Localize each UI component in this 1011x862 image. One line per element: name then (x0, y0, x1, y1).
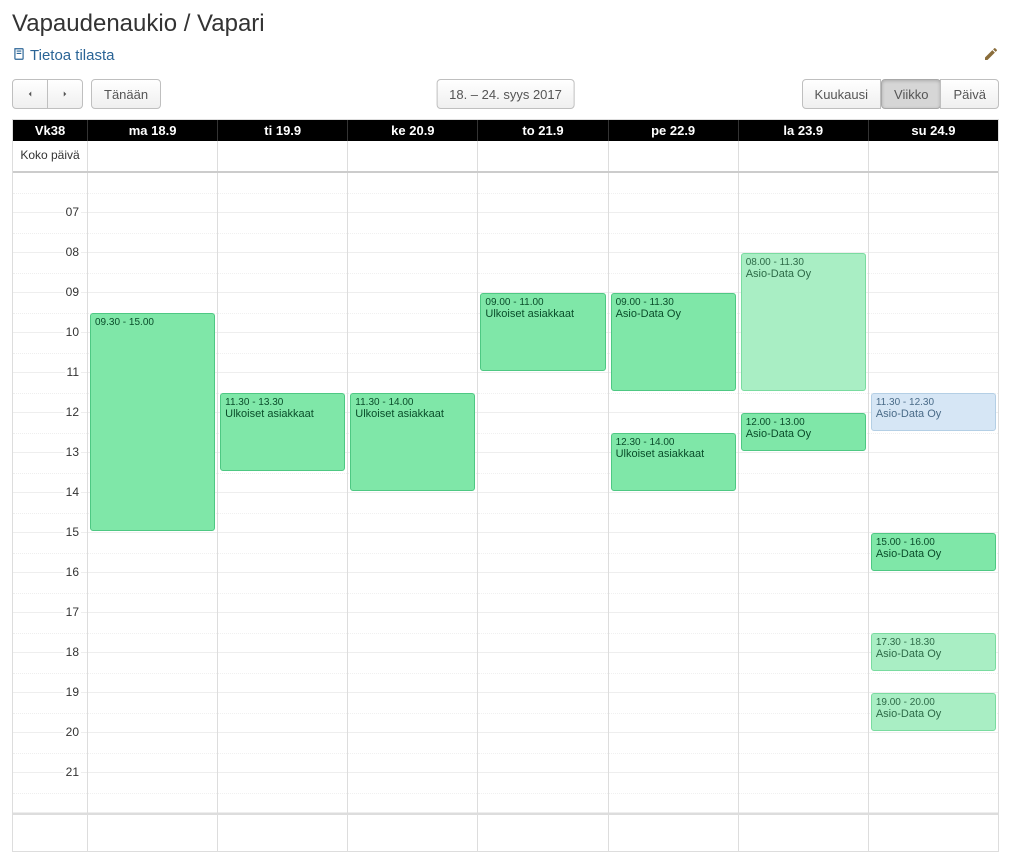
hour-label: 19 (64, 685, 81, 699)
event-time: 08.00 - 11.30 (746, 257, 861, 268)
day-header[interactable]: pe 22.9 (609, 120, 739, 141)
hour-label: 13 (64, 445, 81, 459)
day-header[interactable]: ma 18.9 (88, 120, 218, 141)
prev-button[interactable] (12, 79, 48, 109)
allday-cell[interactable] (348, 141, 478, 171)
event-title: Ulkoiset asiakkaat (225, 408, 340, 421)
event-time: 12.30 - 14.00 (616, 437, 731, 448)
allday-row: Koko päivä (13, 141, 998, 173)
calendar-event[interactable]: 15.00 - 16.00Asio-Data Oy (871, 533, 996, 571)
day-column[interactable]: 09.00 - 11.30Asio-Data Oy 12.30 - 14.00Ul… (609, 173, 739, 813)
hour-label: 11 (65, 365, 81, 379)
day-header[interactable]: su 24.9 (869, 120, 998, 141)
calendar-event[interactable]: 09.30 - 15.00 (90, 313, 215, 531)
calendar: Vk38 ma 18.9 ti 19.9 ke 20.9 to 21.9 pe … (12, 119, 999, 852)
hour-label: 17 (64, 605, 81, 619)
event-time: 09.30 - 15.00 (95, 317, 210, 328)
event-title: Ulkoiset asiakkaat (485, 308, 600, 321)
calendar-header: Vk38 ma 18.9 ti 19.9 ke 20.9 to 21.9 pe … (13, 120, 998, 141)
page-title: Vapaudenaukio / Vapari (12, 10, 999, 38)
view-day-button[interactable]: Päivä (940, 79, 999, 109)
calendar-event[interactable]: 12.00 - 13.00Asio-Data Oy (741, 413, 866, 451)
allday-cell[interactable] (869, 141, 998, 171)
event-time: 19.00 - 20.00 (876, 697, 991, 708)
calendar-footer (13, 813, 998, 851)
hour-label: 18 (64, 645, 81, 659)
day-header[interactable]: la 23.9 (739, 120, 869, 141)
day-column[interactable]: 11.30 - 13.30Ulkoiset asiakkaat (218, 173, 348, 813)
today-button[interactable]: Tänään (91, 79, 161, 109)
hour-label: 07 (64, 205, 81, 219)
allday-cell[interactable] (88, 141, 218, 171)
next-button[interactable] (47, 79, 83, 109)
event-title: Ulkoiset asiakkaat (355, 408, 470, 421)
edit-icon[interactable] (983, 46, 999, 65)
hour-label: 20 (64, 725, 81, 739)
event-time: 17.30 - 18.30 (876, 637, 991, 648)
day-column[interactable]: 11.30 - 14.00Ulkoiset asiakkaat (348, 173, 478, 813)
event-title: Asio-Data Oy (876, 548, 991, 561)
hour-label: 14 (64, 485, 81, 499)
event-time: 11.30 - 13.30 (225, 397, 340, 408)
calendar-event[interactable]: 12.30 - 14.00Ulkoiset asiakkaat (611, 433, 736, 491)
day-header[interactable]: ke 20.9 (348, 120, 478, 141)
view-month-button[interactable]: Kuukausi (802, 79, 881, 109)
event-title: Asio-Data Oy (876, 648, 991, 661)
hour-label: 15 (64, 525, 81, 539)
event-title: Asio-Data Oy (746, 268, 861, 281)
room-info-link[interactable]: Tietoa tilasta (12, 47, 115, 65)
event-time: 12.00 - 13.00 (746, 417, 861, 428)
allday-cell[interactable] (609, 141, 739, 171)
calendar-event[interactable]: 17.30 - 18.30Asio-Data Oy (871, 633, 996, 671)
day-header[interactable]: ti 19.9 (218, 120, 348, 141)
room-info-label: Tietoa tilasta (30, 47, 115, 64)
event-title: Ulkoiset asiakkaat (616, 448, 731, 461)
event-time: 09.00 - 11.30 (616, 297, 731, 308)
allday-cell[interactable] (218, 141, 348, 171)
chevron-left-icon (25, 89, 35, 99)
day-column[interactable]: 08.00 - 11.30Asio-Data Oy12.00 - 13.00As… (739, 173, 869, 813)
time-axis: 07 08 09 10 11 12 13 14 15 16 17 18 19 20 21 (13, 173, 88, 813)
event-title: Asio-Data Oy (876, 408, 991, 421)
hour-label: 16 (64, 565, 81, 579)
day-column[interactable]: 09.00 - 11.00Ulkoiset asiakkaat (478, 173, 608, 813)
calendar-toolbar: Tänään 18. – 24. syys 2017 Kuukausi Viik… (12, 77, 999, 111)
hour-label: 21 (64, 765, 81, 779)
calendar-event[interactable]: 08.00 - 11.30Asio-Data Oy (741, 253, 866, 391)
days-area: 09.30 - 15.0011.30 - 13.30Ulkoiset asiak… (88, 173, 998, 813)
event-time: 09.00 - 11.00 (485, 297, 600, 308)
book-icon (12, 47, 26, 65)
hour-label: 08 (64, 245, 81, 259)
allday-cell[interactable] (739, 141, 869, 171)
hour-label: 12 (64, 405, 81, 419)
date-range-button[interactable]: 18. – 24. syys 2017 (436, 79, 575, 109)
event-title: Asio-Data Oy (876, 708, 991, 721)
hour-label: 09 (64, 285, 81, 299)
chevron-right-icon (60, 89, 70, 99)
calendar-event[interactable]: 09.00 - 11.00Ulkoiset asiakkaat (480, 293, 605, 371)
event-time: 11.30 - 14.00 (355, 397, 470, 408)
calendar-event[interactable]: 09.00 - 11.30Asio-Data Oy (611, 293, 736, 391)
calendar-event[interactable]: 11.30 - 13.30Ulkoiset asiakkaat (220, 393, 345, 471)
day-column[interactable]: 11.30 - 12.30Asio-Data Oy15.00 - 16.00As… (869, 173, 998, 813)
day-column[interactable]: 09.30 - 15.00 (88, 173, 218, 813)
event-title: Asio-Data Oy (616, 308, 731, 321)
day-header[interactable]: to 21.9 (478, 120, 608, 141)
view-switch: Kuukausi Viikko Päivä (802, 79, 999, 109)
allday-cell[interactable] (478, 141, 608, 171)
event-time: 15.00 - 16.00 (876, 537, 991, 548)
calendar-event[interactable]: 11.30 - 14.00Ulkoiset asiakkaat (350, 393, 475, 491)
hour-label: 10 (64, 325, 81, 339)
week-number: Vk38 (13, 120, 88, 141)
calendar-event[interactable]: 19.00 - 20.00Asio-Data Oy (871, 693, 996, 731)
event-time: 11.30 - 12.30 (876, 397, 991, 408)
calendar-event[interactable]: 11.30 - 12.30Asio-Data Oy (871, 393, 996, 431)
view-week-button[interactable]: Viikko (881, 79, 941, 109)
allday-label: Koko päivä (13, 141, 88, 171)
event-title: Asio-Data Oy (746, 428, 861, 441)
